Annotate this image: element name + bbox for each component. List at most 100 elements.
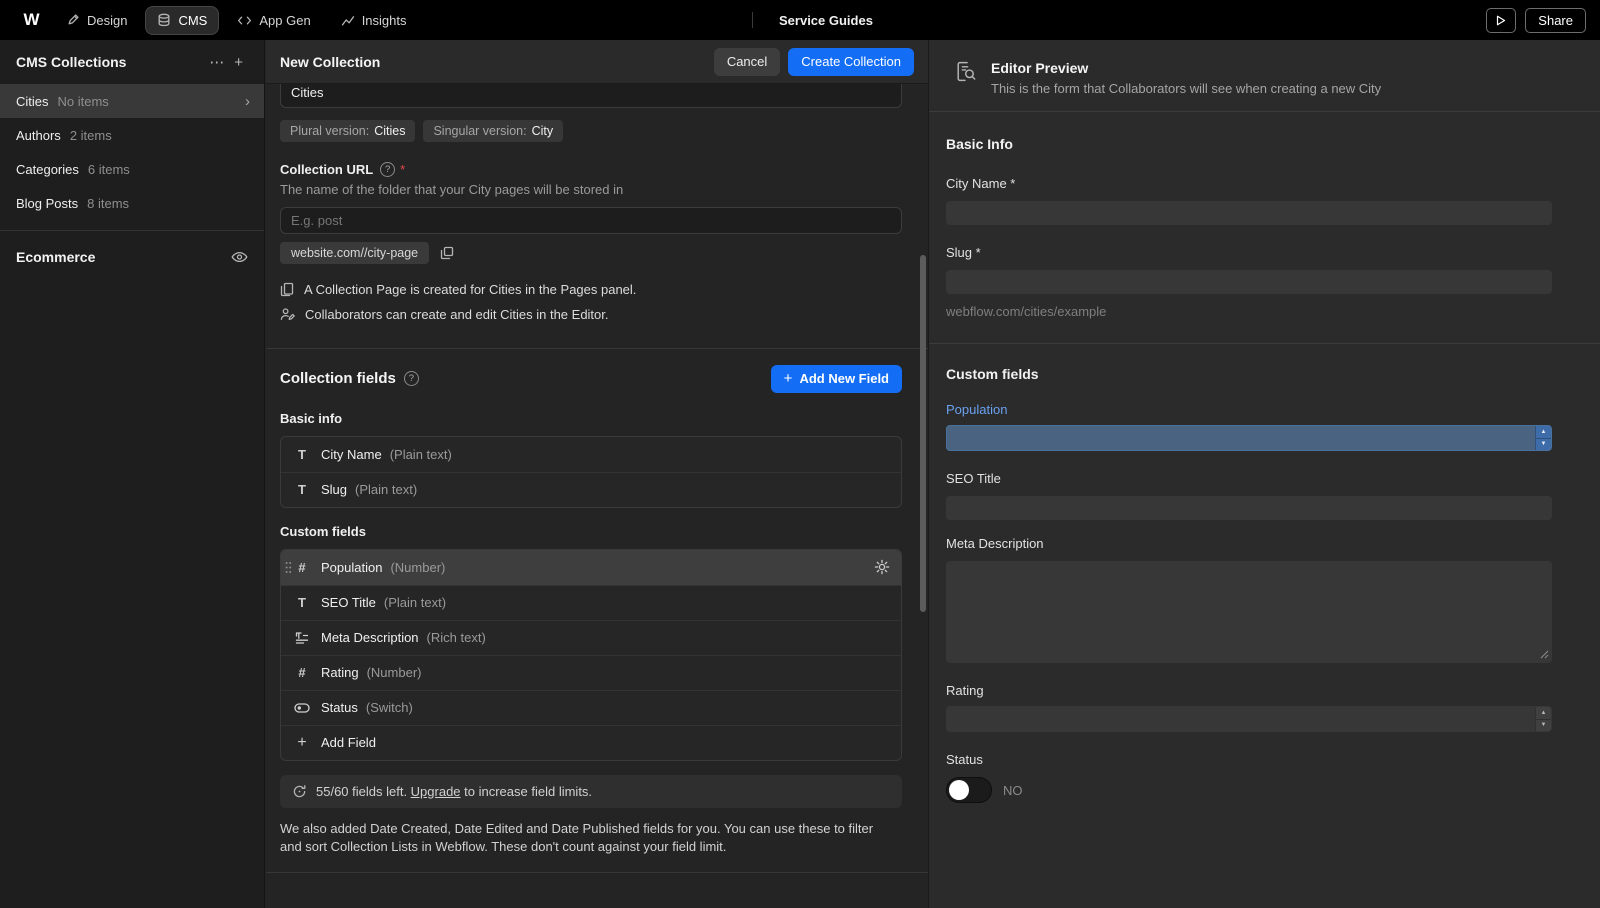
- top-bar: W Design CMS App Gen Insights Service Gu…: [0, 0, 1600, 40]
- field-row-city-name[interactable]: T City Name (Plain text): [281, 437, 901, 472]
- rating-label: Rating: [946, 683, 984, 698]
- design-icon: [66, 13, 80, 27]
- drag-handle-icon[interactable]: [285, 561, 292, 574]
- sidebar-item-ecommerce[interactable]: Ecommerce: [0, 239, 264, 275]
- singular-version-tag: Singular version: City: [423, 119, 564, 142]
- field-name: Population: [321, 559, 383, 575]
- topbar-left: W Design CMS App Gen Insights: [0, 5, 419, 35]
- more-options-icon[interactable]: ⋯: [204, 51, 229, 73]
- create-collection-button[interactable]: Create Collection: [788, 47, 914, 76]
- plural-version-value: Cities: [374, 123, 406, 138]
- custom-fields-section-title: Custom fields: [946, 366, 1039, 382]
- pages-icon: [280, 282, 294, 297]
- share-button[interactable]: Share: [1525, 7, 1586, 33]
- field-name: Add Field: [321, 735, 376, 750]
- collection-name: Authors: [16, 127, 61, 143]
- topbar-divider: [752, 12, 753, 28]
- plural-version-tag: Plural version: Cities: [280, 119, 416, 142]
- fields-help-icon[interactable]: ?: [403, 371, 419, 386]
- field-limit-text: 55/60 fields left. Upgrade to increase f…: [316, 784, 592, 799]
- collection-name: Categories: [16, 161, 79, 177]
- sidebar-item-categories[interactable]: Categories 6 items: [0, 152, 264, 186]
- field-row-rating[interactable]: # Rating (Number): [281, 654, 901, 690]
- rating-field[interactable]: [946, 706, 1552, 732]
- population-stepper: ▲ ▼: [1535, 426, 1551, 450]
- field-type: (Plain text): [389, 446, 452, 462]
- plain-text-icon: T: [298, 446, 306, 462]
- sidebar-item-cities[interactable]: Cities No items ›: [0, 84, 264, 118]
- nav-app-gen-label: App Gen: [259, 12, 311, 28]
- stepper-up-icon[interactable]: ▲: [1536, 426, 1551, 438]
- field-row-slug[interactable]: T Slug (Plain text): [281, 471, 901, 507]
- add-new-field-label: Add New Field: [799, 371, 889, 386]
- basic-info-section-title: Basic Info: [946, 136, 1013, 152]
- meta-description-field[interactable]: [946, 561, 1552, 663]
- collection-count: No items: [57, 93, 109, 109]
- resize-handle-icon[interactable]: [1540, 650, 1549, 659]
- field-row-seo-title[interactable]: T SEO Title (Plain text): [281, 584, 901, 620]
- toggle-knob: [949, 780, 969, 800]
- plus-icon: +: [297, 733, 307, 751]
- nav-app-gen[interactable]: App Gen: [225, 6, 322, 35]
- site-name[interactable]: Service Guides: [779, 13, 873, 28]
- editor-preview-header: Editor Preview This is the form that Col…: [929, 40, 1600, 111]
- copy-icon[interactable]: [440, 246, 454, 260]
- new-collection-header: New Collection Cancel Create Collection: [266, 40, 928, 84]
- add-collection-icon[interactable]: +: [229, 52, 248, 73]
- cancel-button[interactable]: Cancel: [713, 47, 781, 76]
- gear-icon[interactable]: [874, 559, 890, 575]
- collection-name-input[interactable]: [280, 84, 902, 108]
- stepper-up-icon[interactable]: ▲: [1536, 707, 1551, 719]
- editor-preview-form: Basic Info City Name * Slug * webflow.co…: [929, 112, 1600, 803]
- nav-cms-label: CMS: [178, 12, 208, 28]
- editor-preview-subtitle: This is the form that Collaborators will…: [991, 81, 1382, 96]
- collection-page-info-text: A Collection Page is created for Cities …: [304, 281, 637, 297]
- sidebar-item-authors[interactable]: Authors 2 items: [0, 118, 264, 152]
- required-asterisk: *: [400, 161, 406, 177]
- field-name: Meta Description: [321, 630, 419, 645]
- vertical-scrollbar[interactable]: [920, 255, 926, 612]
- stepper-down-icon[interactable]: ▼: [1536, 437, 1551, 451]
- limit-text-pre: 55/60 fields left.: [316, 783, 411, 799]
- city-name-label: City Name *: [946, 176, 1016, 191]
- population-label: Population: [946, 402, 1008, 417]
- nav-cms[interactable]: CMS: [145, 5, 220, 35]
- slug-url-hint: webflow.com/cities/example: [946, 304, 1107, 319]
- new-collection-panel: New Collection Cancel Create Collection …: [266, 40, 928, 908]
- field-name: SEO Title: [321, 595, 376, 610]
- singular-version-label: Singular version:: [433, 123, 527, 138]
- sidebar-item-blog-posts[interactable]: Blog Posts 8 items: [0, 186, 264, 220]
- field-row-population[interactable]: # Population (Number): [281, 549, 901, 585]
- webflow-logo[interactable]: W: [14, 10, 48, 30]
- collection-url-input[interactable]: [280, 206, 902, 234]
- panel-title: New Collection: [280, 53, 381, 70]
- url-preview-row: website.com//city-page: [280, 241, 902, 264]
- city-name-field[interactable]: [946, 201, 1552, 225]
- status-toggle[interactable]: [946, 777, 992, 803]
- eye-icon[interactable]: [231, 251, 248, 263]
- topbar-right: Share: [1486, 0, 1586, 40]
- preview-play-button[interactable]: [1486, 7, 1517, 33]
- seo-title-field[interactable]: [946, 496, 1552, 520]
- upgrade-link[interactable]: Upgrade: [411, 784, 461, 799]
- help-icon[interactable]: ?: [380, 161, 396, 177]
- database-icon: [157, 13, 171, 27]
- field-row-meta-description[interactable]: Meta Description (Rich text): [281, 619, 901, 655]
- add-new-field-button[interactable]: + Add New Field: [770, 364, 902, 393]
- plural-version-label: Plural version:: [290, 123, 370, 138]
- switch-icon: [293, 702, 311, 713]
- collaborators-info-text: Collaborators can create and edit Cities…: [305, 306, 609, 322]
- population-field[interactable]: [946, 425, 1552, 451]
- slug-field[interactable]: [946, 270, 1552, 294]
- sidebar-header: CMS Collections ⋯ +: [0, 40, 264, 84]
- field-name: Status: [321, 700, 358, 715]
- add-field-row[interactable]: + Add Field: [281, 724, 901, 760]
- nav-insights[interactable]: Insights: [329, 6, 419, 35]
- preview-magnifier-icon: [953, 59, 978, 96]
- field-row-status[interactable]: Status (Switch): [281, 689, 901, 725]
- field-limit-banner: 55/60 fields left. Upgrade to increase f…: [280, 774, 902, 808]
- nav-design[interactable]: Design: [54, 6, 139, 35]
- bottom-divider: [266, 872, 928, 874]
- stepper-down-icon[interactable]: ▼: [1536, 718, 1551, 732]
- slug-label: Slug *: [946, 245, 981, 260]
